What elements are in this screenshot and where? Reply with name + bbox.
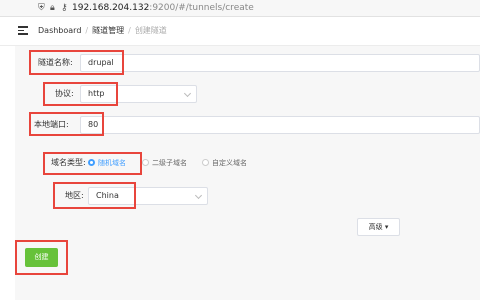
annotation-box-protocol — [43, 82, 118, 106]
radio-subdomain-label: 二级子域名 — [152, 159, 187, 167]
menu-icon[interactable] — [18, 26, 28, 35]
url-host: 192.168.204.132 — [72, 3, 150, 13]
radio-custom-domain[interactable]: 自定义域名 — [202, 158, 247, 168]
local-port-input[interactable]: 80 — [80, 116, 480, 134]
url-path: :9200/#/tunnels/create — [149, 3, 254, 13]
key-icon: ⚷ — [61, 3, 68, 13]
page-header: Dashboard / 隧道管理 / 创建隧道 — [0, 17, 480, 46]
chevron-down-icon — [194, 191, 203, 200]
annotation-box-local-port — [29, 112, 104, 136]
advanced-button[interactable]: 高级 ▾ — [357, 218, 400, 236]
breadcrumb-create-tunnel: 创建隧道 — [134, 26, 167, 35]
shield-icon: ⛨ — [38, 3, 45, 13]
lock-icon: 🔒︎ — [50, 3, 55, 13]
chevron-down-icon — [183, 89, 192, 98]
browser-address-bar[interactable]: ⛨ 🔒︎ ⚷ 192.168.204.132:9200/#/tunnels/cr… — [0, 0, 480, 17]
breadcrumb-dashboard[interactable]: Dashboard — [38, 26, 81, 35]
url-text[interactable]: 192.168.204.132:9200/#/tunnels/create — [72, 2, 254, 14]
breadcrumb: Dashboard / 隧道管理 / 创建隧道 — [38, 26, 167, 35]
breadcrumb-tunnel-management[interactable]: 隧道管理 — [92, 26, 124, 35]
annotation-box-tunnel-name — [29, 50, 124, 75]
annotation-box-region — [53, 182, 136, 209]
tunnel-name-input[interactable]: drupal — [80, 54, 480, 72]
radio-custom-domain-label: 自定义域名 — [212, 159, 247, 167]
caret-down-icon: ▾ — [384, 223, 389, 231]
radio-subdomain[interactable]: 二级子域名 — [142, 158, 187, 168]
annotation-box-create — [15, 240, 68, 275]
annotation-box-domain-type — [43, 152, 142, 175]
advanced-label: 高级 — [368, 223, 383, 231]
